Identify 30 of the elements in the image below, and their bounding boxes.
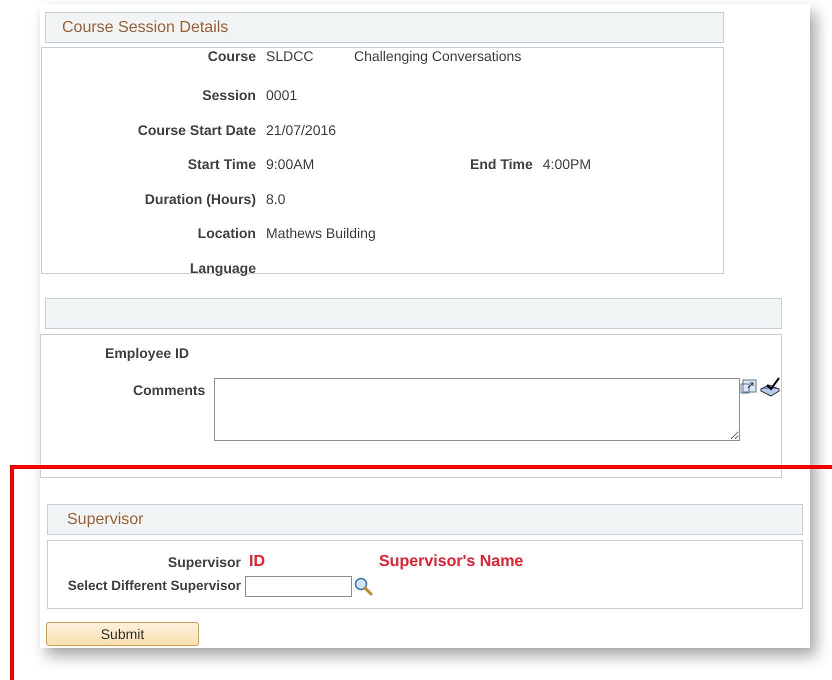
field-value: Mathews Building [266,224,376,244]
field-label: Select Different Supervisor [66,577,241,596]
supervisor-field[interactable] [245,576,352,597]
section-header: Supervisor [47,504,803,535]
field-value: 9:00AM [266,155,316,174]
field-label: Course [206,47,256,66]
section-header: Course Session Details [45,12,724,43]
field-label: Supervisor [166,552,241,572]
field-value: 21/07/2016 [266,120,336,140]
field-value: 4:00PM [542,155,592,174]
comments-field[interactable] [214,378,740,441]
field-value: Challenging Conversations [354,47,522,66]
field-label: Duration (Hours) [144,190,256,209]
field-label: Session [201,86,256,104]
field-label: Language [188,258,256,278]
field-label: Employee ID [105,344,190,363]
field-label: Start Time [186,155,256,174]
field-label: Course Start Date [136,120,256,140]
expand-icon[interactable] [740,379,758,395]
field-label: Comments [133,381,206,400]
search-icon[interactable] [354,577,373,596]
field-value: SLDCC [266,47,314,66]
submit-button[interactable]: Submit [46,622,199,646]
field-value: 8.0 [266,190,286,209]
supervisor-id: ID [249,552,266,572]
field-label: Location [196,224,256,244]
field-label: End Time [470,155,533,174]
field-value: 0001 [266,86,298,104]
supervisor-name: Supervisor's Name [379,552,524,572]
spellcheck-icon[interactable] [759,377,781,397]
